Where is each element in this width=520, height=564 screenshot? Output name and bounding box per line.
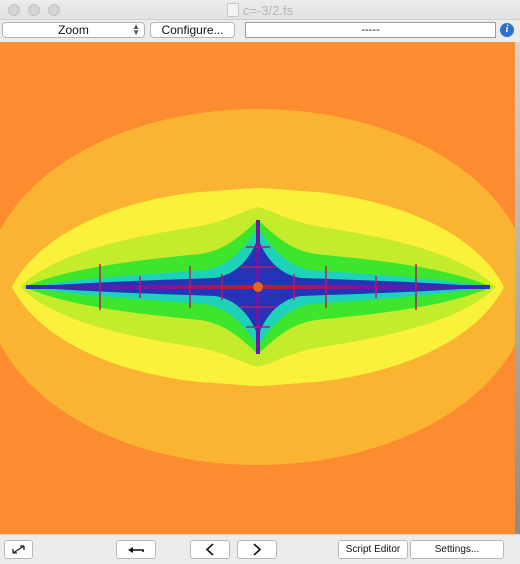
chevron-right-icon xyxy=(253,543,262,556)
configure-button[interactable]: Configure... xyxy=(150,22,235,38)
mode-select[interactable]: Zoom ▲ ▼ xyxy=(2,22,145,38)
fullscreen-icon xyxy=(12,545,25,554)
info-icon[interactable]: i xyxy=(500,23,514,37)
next-button[interactable] xyxy=(237,540,277,559)
document-icon xyxy=(226,3,239,17)
window-edge-strip xyxy=(515,42,520,534)
mode-select-value: Zoom xyxy=(58,23,89,37)
bottom-bar: Script Editor Settings... xyxy=(0,534,520,563)
title-bar: c=-3/2.fs xyxy=(0,0,520,20)
return-arrow-icon xyxy=(128,547,144,553)
status-field[interactable]: ----- xyxy=(245,22,496,38)
window-title-wrap: c=-3/2.fs xyxy=(0,3,520,18)
return-button[interactable] xyxy=(116,540,156,559)
toolbar: Zoom ▲ ▼ Configure... ----- i xyxy=(0,20,520,42)
fractal-canvas[interactable] xyxy=(0,42,515,534)
window-title: c=-3/2.fs xyxy=(242,3,294,18)
center-node xyxy=(253,282,263,292)
settings-button[interactable]: Settings... xyxy=(410,540,504,559)
select-arrows-icon: ▲ ▼ xyxy=(132,22,140,37)
chevron-left-icon xyxy=(205,543,214,556)
julia-set-image xyxy=(0,42,515,534)
fullscreen-button[interactable] xyxy=(4,540,33,559)
script-editor-button[interactable]: Script Editor xyxy=(338,540,408,559)
previous-button[interactable] xyxy=(190,540,230,559)
